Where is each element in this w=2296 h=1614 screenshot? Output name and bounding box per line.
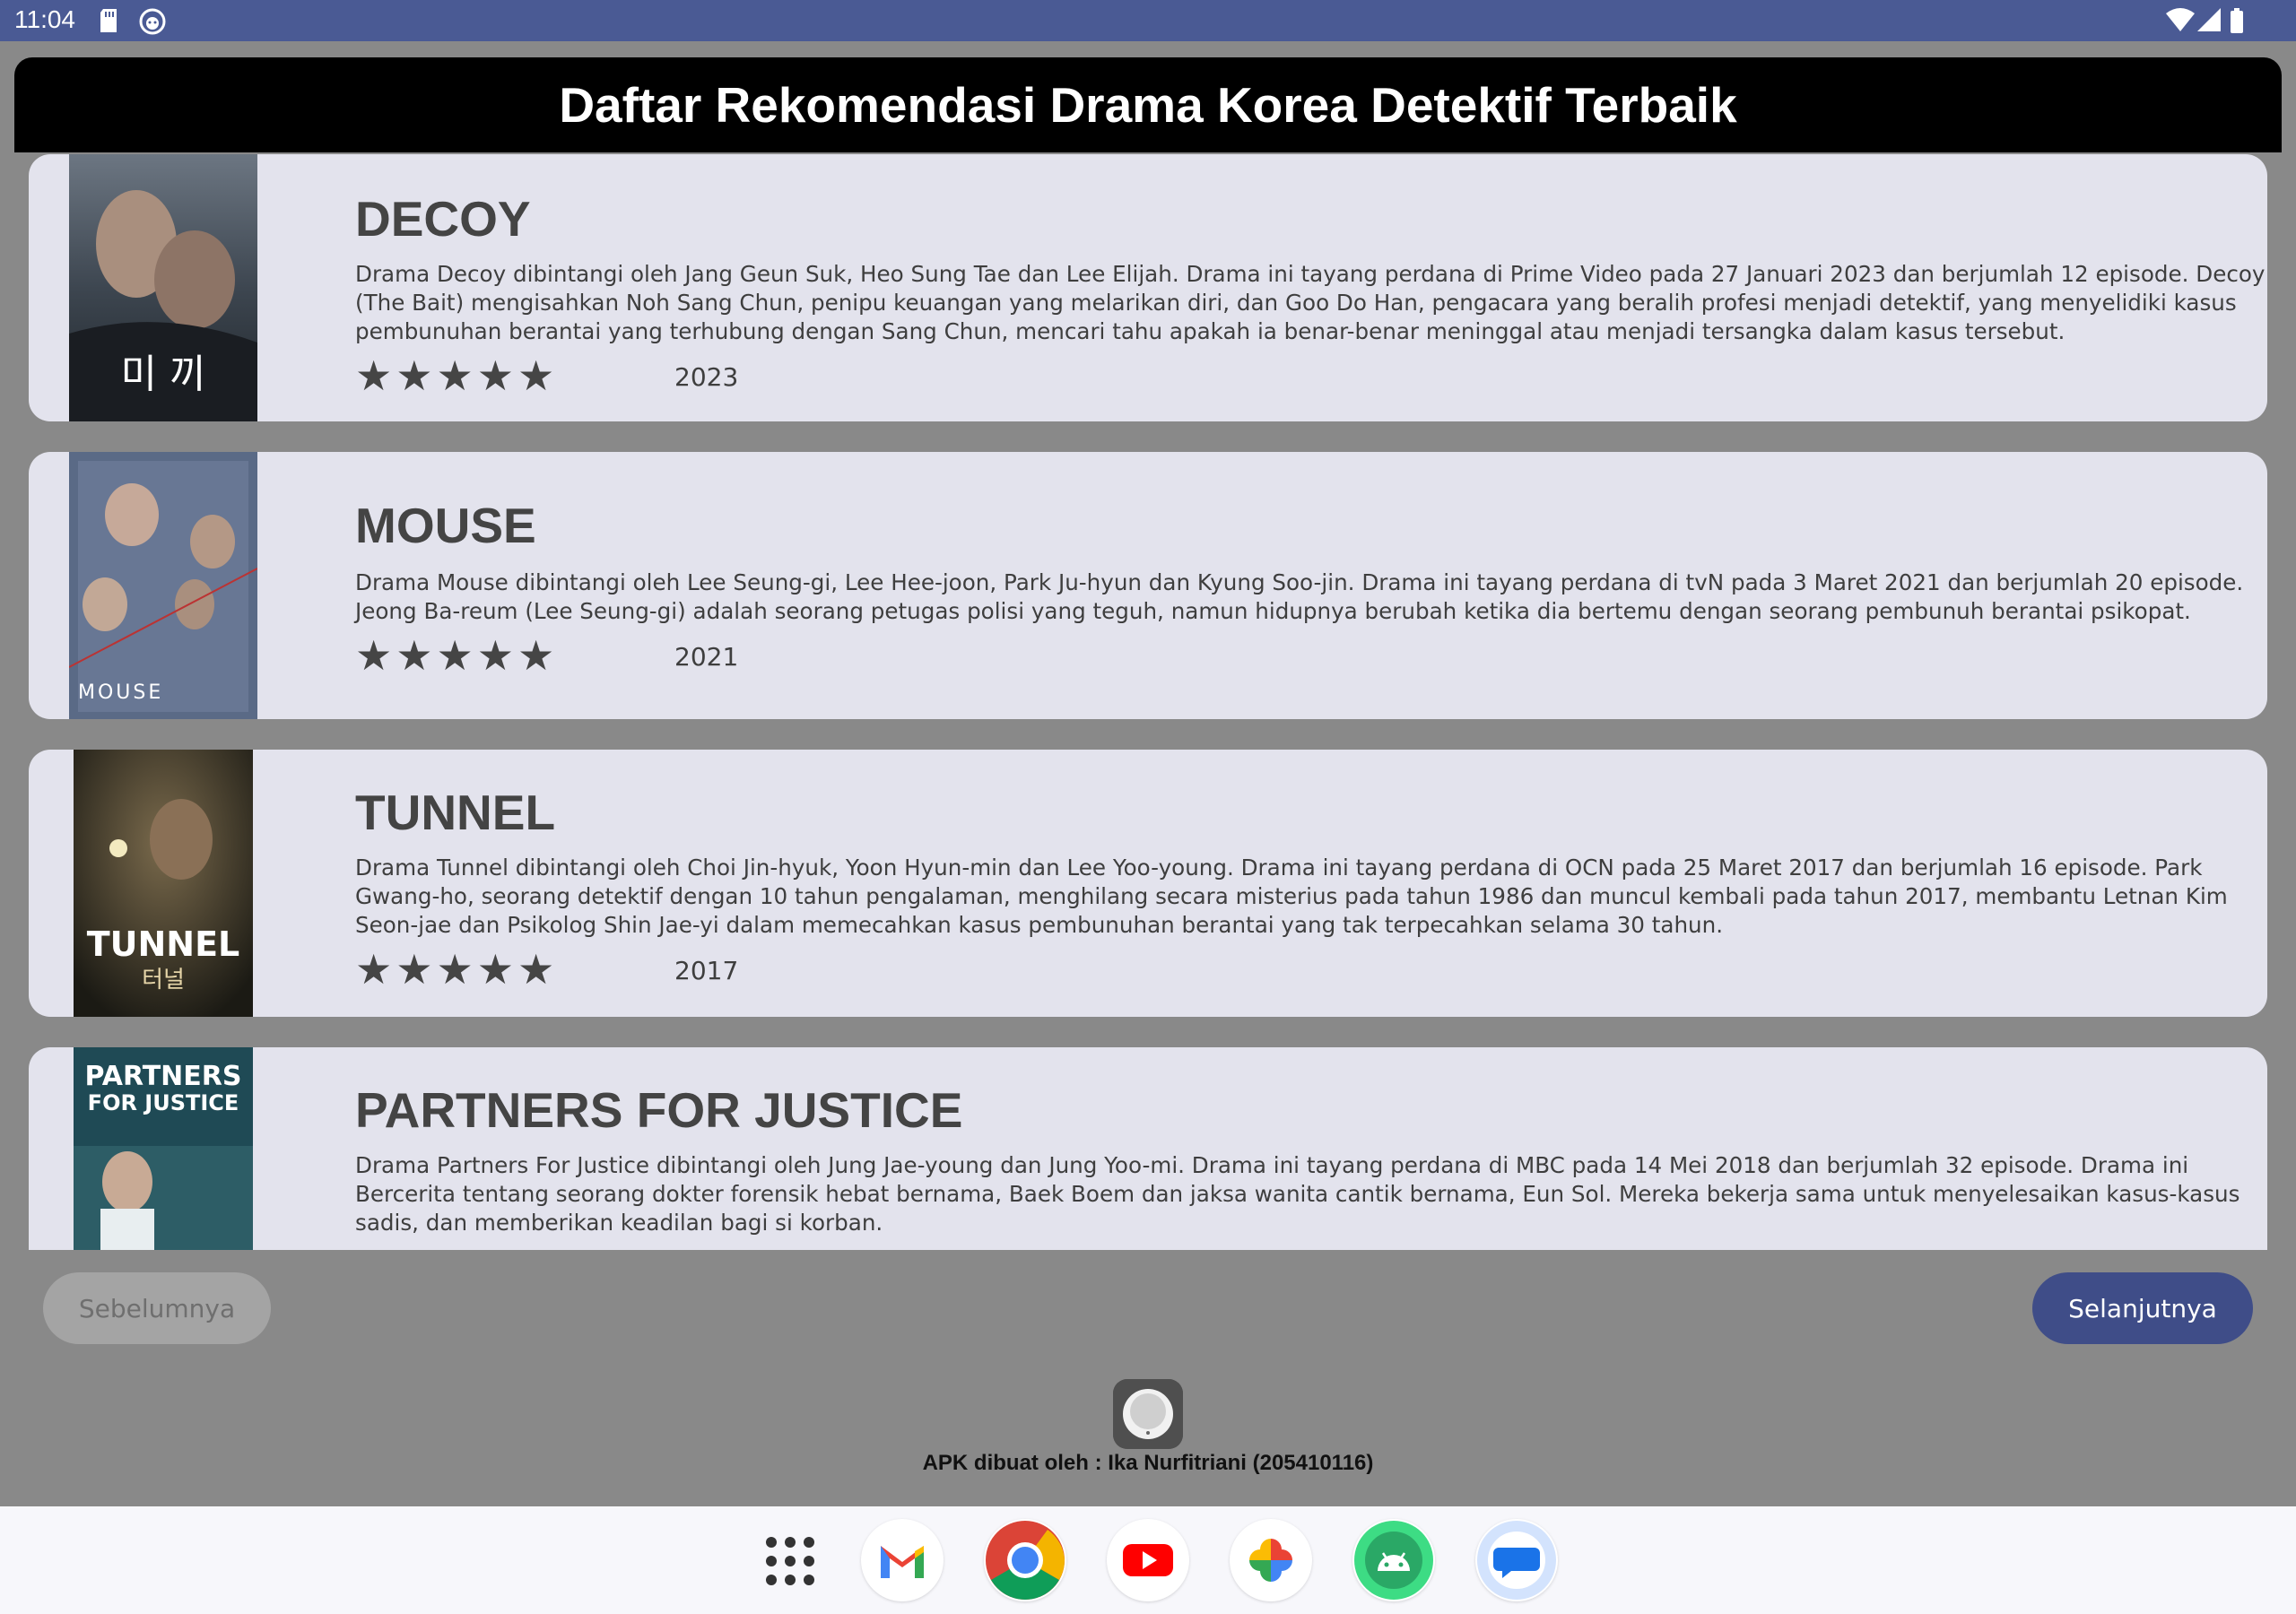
star-icon: ★ (436, 945, 474, 994)
gmail-icon[interactable] (861, 1519, 944, 1601)
star-icon: ★ (436, 351, 474, 400)
star-icon: ★ (476, 351, 514, 400)
drama-description: Drama Decoy dibintangi oleh Jang Geun Su… (355, 261, 2266, 344)
drama-year: 2021 (674, 642, 739, 672)
rating-stars: ★★★★★ (355, 949, 554, 990)
star-icon: ★ (355, 945, 393, 994)
drama-description: Drama Partners For Justice dibintangi ol… (355, 1152, 2240, 1236)
drama-description: Drama Tunnel dibintangi oleh Choi Jin-hy… (355, 855, 2228, 938)
poster-partners: PARTNERS FOR JUSTICE (74, 1047, 253, 1250)
previous-button[interactable]: Sebelumnya (43, 1272, 271, 1344)
star-icon: ★ (355, 631, 393, 680)
drama-title: DECOY (355, 191, 531, 247)
drama-description: Drama Mouse dibintangi oleh Lee Seung-gi… (355, 569, 2244, 624)
chrome-icon[interactable] (984, 1519, 1066, 1601)
apps-grid-icon[interactable] (762, 1533, 818, 1589)
drama-card-mouse[interactable]: MOUSE MOUSE Drama Mouse dibintangi oleh … (29, 452, 2267, 719)
poster-mouse: MOUSE (69, 452, 257, 719)
youtube-icon[interactable] (1107, 1519, 1189, 1601)
poster-tunnel: TUNNEL 터널 (74, 750, 253, 1017)
sd-card-icon (100, 9, 117, 32)
face-icon (139, 8, 166, 35)
drama-title: MOUSE (355, 498, 536, 553)
star-icon: ★ (476, 945, 514, 994)
star-icon: ★ (517, 945, 555, 994)
star-icon: ★ (517, 631, 555, 680)
drama-list[interactable]: 미 끼 DECOY Drama Decoy dibintangi oleh Ja… (0, 152, 2296, 1250)
rating-stars: ★★★★★ (355, 355, 554, 396)
page-title: Daftar Rekomendasi Drama Korea Detektif … (559, 77, 1737, 133)
rating-stars: ★★★★★ (355, 635, 554, 676)
star-icon: ★ (396, 1246, 432, 1250)
drama-title: PARTNERS FOR JUSTICE (355, 1082, 963, 1138)
cell-signal-icon (2197, 8, 2221, 31)
star-icon: ★ (517, 351, 555, 400)
status-time: 11:04 (14, 5, 75, 33)
app-header: Daftar Rekomendasi Drama Korea Detektif … (14, 57, 2282, 152)
star-icon: ★ (396, 351, 433, 400)
status-bar: 11:04 (0, 0, 2296, 41)
star-icon: ★ (436, 631, 474, 680)
star-icon: ★ (396, 945, 433, 994)
drama-title: TUNNEL (355, 785, 556, 840)
star-icon: ★ (396, 631, 433, 680)
next-button[interactable]: Selanjutnya (2032, 1272, 2253, 1344)
star-icon: ★ (355, 351, 393, 400)
poster-tunnel-subtext: 터널 (142, 967, 185, 994)
drama-year: 2023 (674, 362, 739, 392)
poster-tunnel-text: TUNNEL (87, 924, 240, 964)
poster-mouse-text: MOUSE (78, 681, 163, 704)
star-icon: ★ (477, 1246, 514, 1250)
star-icon: ★ (476, 631, 514, 680)
app-logo (1113, 1379, 1183, 1449)
credit-text: APK dibuat oleh : Ika Nurfitriani (20541… (922, 1451, 1374, 1475)
drama-card-decoy[interactable]: 미 끼 DECOY Drama Decoy dibintangi oleh Ja… (29, 154, 2267, 421)
poster-decoy: 미 끼 (69, 154, 257, 421)
star-icon: ★ (355, 1246, 392, 1250)
wifi-icon (2166, 8, 2195, 31)
poster-decoy-text: 미 끼 (121, 351, 206, 397)
rating-stars: ★★★★★ (355, 1246, 554, 1250)
drama-year: 2017 (674, 956, 739, 985)
star-icon: ★ (517, 1246, 554, 1250)
messages-icon[interactable] (1475, 1519, 1558, 1601)
android-icon[interactable] (1352, 1519, 1435, 1601)
poster-partners-subtext: FOR JUSTICE (88, 1090, 239, 1115)
battery-icon (2231, 8, 2243, 33)
drama-card-partners-for-justice[interactable]: PARTNERS FOR JUSTICE PARTNERS FOR JUSTIC… (29, 1047, 2267, 1250)
photos-icon[interactable] (1230, 1519, 1312, 1601)
star-icon: ★ (437, 1246, 474, 1250)
drama-card-tunnel[interactable]: TUNNEL 터널 TUNNEL Drama Tunnel dibintangi… (29, 750, 2267, 1017)
poster-partners-text: PARTNERS (85, 1061, 242, 1092)
